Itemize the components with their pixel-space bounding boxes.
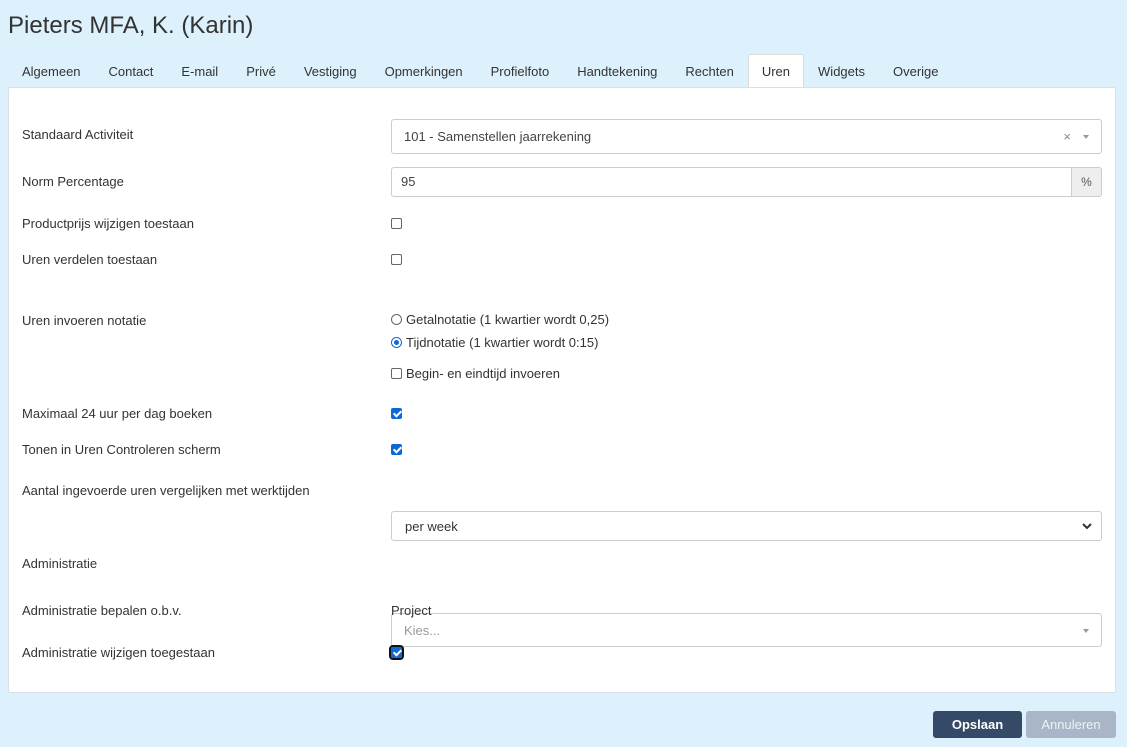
norm-percentage-label: Norm Percentage	[22, 174, 124, 189]
administratie-select[interactable]: Kies...	[391, 613, 1102, 647]
uren-verdelen-label: Uren verdelen toestaan	[22, 252, 158, 267]
tab-prive[interactable]: Privé	[232, 54, 290, 88]
administratie-wijzigen-checkbox[interactable]	[389, 645, 404, 660]
getalnotatie-option[interactable]: Getalnotatie (1 kwartier wordt 0,25)	[391, 312, 609, 327]
tab-widgets[interactable]: Widgets	[804, 54, 879, 88]
max24-checkbox[interactable]	[391, 408, 402, 419]
tab-opmerkingen[interactable]: Opmerkingen	[371, 54, 477, 88]
administratie-bepalen-label: Administratie bepalen o.b.v.	[22, 603, 182, 618]
page-title: Pieters MFA, K. (Karin)	[8, 12, 254, 39]
vergelijken-label: Aantal ingevoerde uren vergelijken met w…	[22, 483, 310, 498]
tab-overige[interactable]: Overige	[879, 54, 953, 88]
tab-uren[interactable]: Uren	[747, 54, 805, 89]
administratie-label: Administratie	[22, 556, 98, 571]
standaard-activiteit-value: 101 - Samenstellen jaarrekening	[404, 129, 592, 144]
uren-verdelen-checkbox[interactable]	[391, 254, 402, 265]
standaard-activiteit-select[interactable]: 101 - Samenstellen jaarrekening ×	[391, 119, 1102, 154]
tonen-checkbox[interactable]	[391, 444, 402, 455]
tab-email[interactable]: E-mail	[167, 54, 232, 88]
administratie-placeholder: Kies...	[404, 622, 441, 638]
norm-percentage-group: 95 %	[391, 167, 1102, 197]
tijdnotatie-option[interactable]: Tijdnotatie (1 kwartier wordt 0:15)	[391, 335, 598, 350]
tab-bar: Algemeen Contact E-mail Privé Vestiging …	[8, 54, 1116, 89]
begin-eindtijd-label: Begin- en eindtijd invoeren	[406, 366, 560, 381]
getalnotatie-radio[interactable]	[391, 314, 402, 325]
administratie-wijzigen-label: Administratie wijzigen toegestaan	[22, 645, 215, 660]
caret-down-icon	[1083, 135, 1089, 139]
productprijs-checkbox[interactable]	[391, 218, 402, 229]
tab-contact[interactable]: Contact	[95, 54, 168, 88]
chevron-down-icon	[1082, 523, 1092, 530]
begin-eindtijd-checkbox[interactable]	[391, 368, 402, 379]
tijdnotatie-label: Tijdnotatie (1 kwartier wordt 0:15)	[406, 335, 599, 350]
standaard-activiteit-label: Standaard Activiteit	[22, 127, 134, 142]
cancel-button[interactable]: Annuleren	[1026, 711, 1116, 738]
tab-profielfoto[interactable]: Profielfoto	[477, 54, 564, 88]
begin-eindtijd-option[interactable]: Begin- en eindtijd invoeren	[391, 366, 560, 381]
uren-settings-panel: Standaard Activiteit 101 - Samenstellen …	[8, 87, 1116, 693]
tab-vestiging[interactable]: Vestiging	[290, 54, 371, 88]
notatie-label: Uren invoeren notatie	[22, 313, 147, 328]
vergelijken-value: per week	[405, 518, 458, 534]
max24-label: Maximaal 24 uur per dag boeken	[22, 406, 213, 421]
tonen-label: Tonen in Uren Controleren scherm	[22, 442, 221, 457]
caret-down-icon	[1083, 629, 1089, 633]
tijdnotatie-radio[interactable]	[391, 337, 402, 348]
norm-percentage-input[interactable]: 95	[391, 167, 1071, 197]
productprijs-label: Productprijs wijzigen toestaan	[22, 216, 194, 231]
tab-handtekening[interactable]: Handtekening	[563, 54, 671, 88]
tab-algemeen[interactable]: Algemeen	[8, 54, 95, 88]
administratie-bepalen-value: Project	[391, 603, 432, 618]
percent-addon: %	[1071, 167, 1102, 197]
tab-rechten[interactable]: Rechten	[671, 54, 747, 88]
clear-icon[interactable]: ×	[1063, 129, 1071, 144]
vergelijken-select[interactable]: per week	[391, 511, 1102, 541]
save-button[interactable]: Opslaan	[933, 711, 1022, 738]
getalnotatie-label: Getalnotatie (1 kwartier wordt 0,25)	[406, 312, 610, 327]
